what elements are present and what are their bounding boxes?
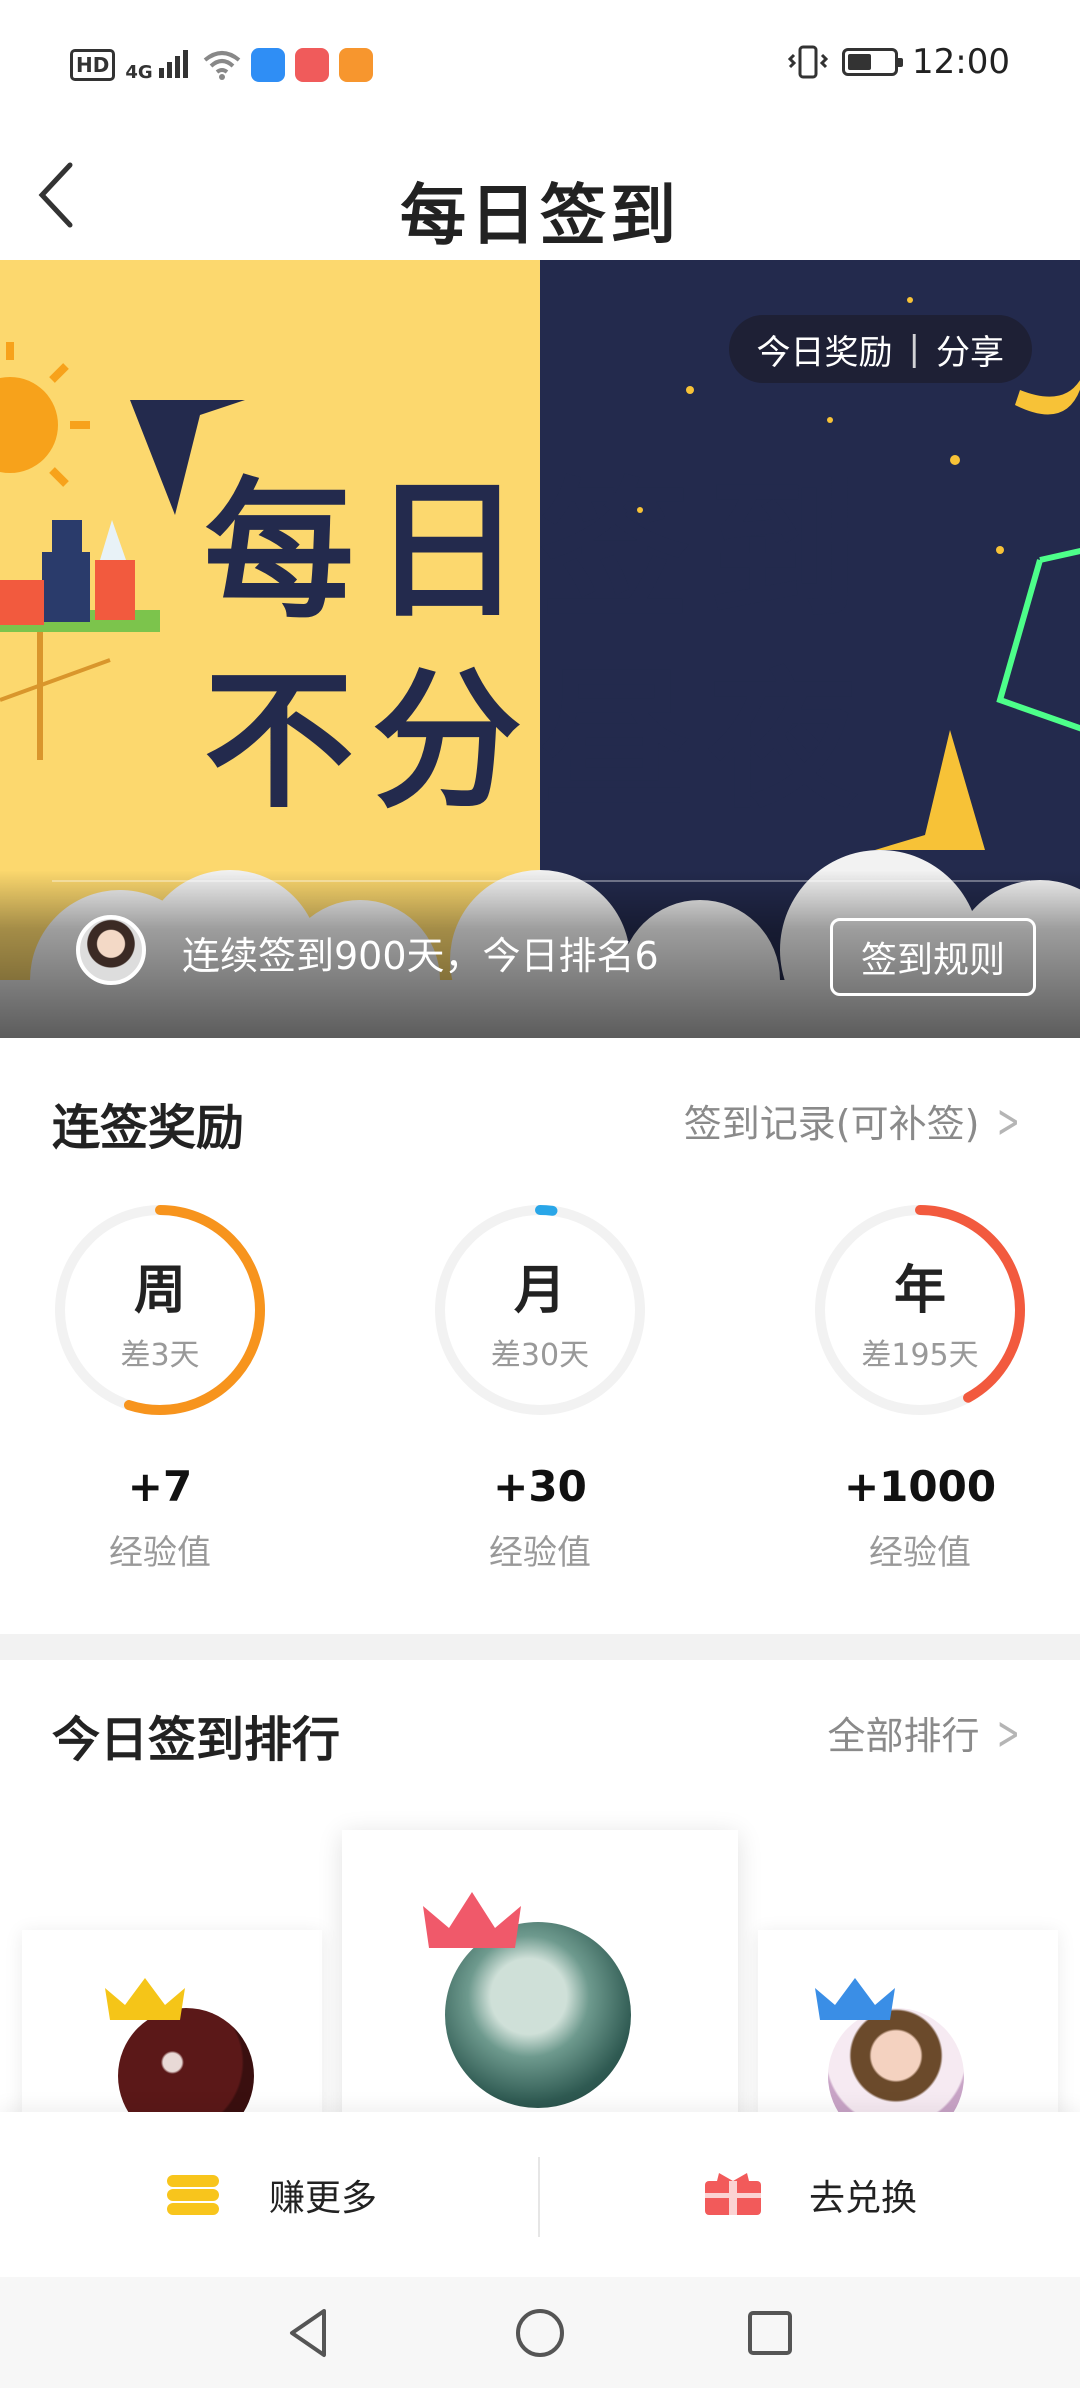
rank-card-second[interactable] <box>22 1930 322 2112</box>
earn-more-label: 赚更多 <box>268 2177 377 2219</box>
system-nav-bar <box>0 2277 1080 2388</box>
reward-week-label: 周 <box>133 1261 186 1321</box>
signal-bars-icon <box>158 49 188 78</box>
streak-text: 连续签到900天，今日排名6 <box>182 934 659 978</box>
gift-icon <box>704 2172 761 2215</box>
reward-year-unit: 经验值 <box>869 1533 971 1573</box>
reward-month-unit: 经验值 <box>489 1533 591 1573</box>
battery-level <box>848 54 871 70</box>
nav-home-icon[interactable] <box>508 2301 572 2365</box>
reward-month-bonus: +30 <box>493 1462 587 1511</box>
banner-headline-1: 每日签到 <box>203 465 876 639</box>
all-ranking-label: 全部排行 <box>827 1714 980 1758</box>
page-title: 每日签到 <box>400 177 680 254</box>
status-right: 12:00 <box>788 42 1010 82</box>
earn-more-button[interactable]: 赚更多 <box>0 2112 540 2277</box>
banner-headline-2: 不分昼夜 <box>203 655 876 829</box>
nav-recents-icon[interactable] <box>738 2301 802 2365</box>
app-icon-red <box>294 48 329 82</box>
checkin-rules-button[interactable]: 签到规则 <box>830 918 1036 996</box>
reward-week-remaining: 差3天 <box>120 1338 200 1373</box>
checkin-banner: 今日奖励 | 分享 每日签到 不分昼夜 连续签到900天，今日排名6 签到规则 <box>0 260 1080 1038</box>
reward-week-unit: 经验值 <box>109 1533 211 1573</box>
redeem-label: 去兑换 <box>808 2177 917 2219</box>
reward-year-label: 年 <box>893 1261 946 1321</box>
chevron-right-icon: > <box>997 1705 1021 1760</box>
all-ranking-link[interactable]: 全部排行 > <box>827 1705 1028 1760</box>
crown-icon-red <box>423 1892 521 1948</box>
hd-icon: HD <box>70 49 116 81</box>
nav-back-icon[interactable] <box>278 2301 342 2365</box>
wifi-icon <box>203 51 241 80</box>
daily-ranking-section: 今日签到排行 全部排行 > <box>0 1660 1080 2112</box>
reward-month-remaining: 差30天 <box>490 1338 590 1373</box>
share-link[interactable]: 分享 <box>936 325 1004 374</box>
rank-card-first[interactable] <box>342 1830 738 2112</box>
signal-icon: 4G <box>125 48 193 83</box>
app-icon-orange <box>338 48 373 82</box>
reward-month[interactable]: 月 差30天 +30 经验值 <box>420 1200 660 1574</box>
coins-icon <box>166 2174 219 2215</box>
network-type-label: 4G <box>125 61 153 83</box>
checkin-record-label: 签到记录(可补签) <box>683 1102 980 1146</box>
status-bar: HD 4G 12:00 <box>0 0 1080 130</box>
crown-icon-blue <box>815 1978 895 2020</box>
ranking-title: 今日签到排行 <box>52 1712 341 1768</box>
user-avatar[interactable] <box>76 915 146 985</box>
vibrate-icon <box>788 45 829 79</box>
rewards-title: 连签奖励 <box>52 1100 245 1156</box>
bottom-action-bar: 赚更多 去兑换 <box>0 2112 1080 2277</box>
reward-year-remaining: 差195天 <box>861 1338 979 1373</box>
reward-week-bonus: +7 <box>127 1462 193 1511</box>
rank-card-third[interactable] <box>758 1930 1058 2112</box>
reward-month-label: 月 <box>513 1261 566 1321</box>
reward-share-chip: 今日奖励 | 分享 <box>728 315 1032 383</box>
reward-year[interactable]: 年 差195天 +1000 经验值 <box>800 1200 1040 1574</box>
status-left: HD 4G <box>70 45 373 85</box>
chevron-right-icon: > <box>997 1093 1021 1148</box>
streak-rewards-section: 连签奖励 签到记录(可补签) > 周 差3天 +7 经验值 月 差30天 +30… <box>0 1038 1080 1634</box>
chip-separator: | <box>908 329 920 369</box>
reward-week[interactable]: 周 差3天 +7 经验值 <box>40 1200 280 1574</box>
today-reward-link[interactable]: 今日奖励 <box>757 325 893 374</box>
app-icon-blue <box>250 48 285 82</box>
section-divider <box>0 1634 1080 1660</box>
crown-icon-gold <box>105 1978 185 2020</box>
redeem-button[interactable]: 去兑换 <box>540 2112 1080 2277</box>
battery-icon <box>842 48 904 76</box>
reward-year-bonus: +1000 <box>843 1462 997 1511</box>
clock: 12:00 <box>912 42 1010 82</box>
checkin-record-link[interactable]: 签到记录(可补签) > <box>684 1093 1028 1148</box>
title-bar: 每日签到 <box>0 130 1080 260</box>
